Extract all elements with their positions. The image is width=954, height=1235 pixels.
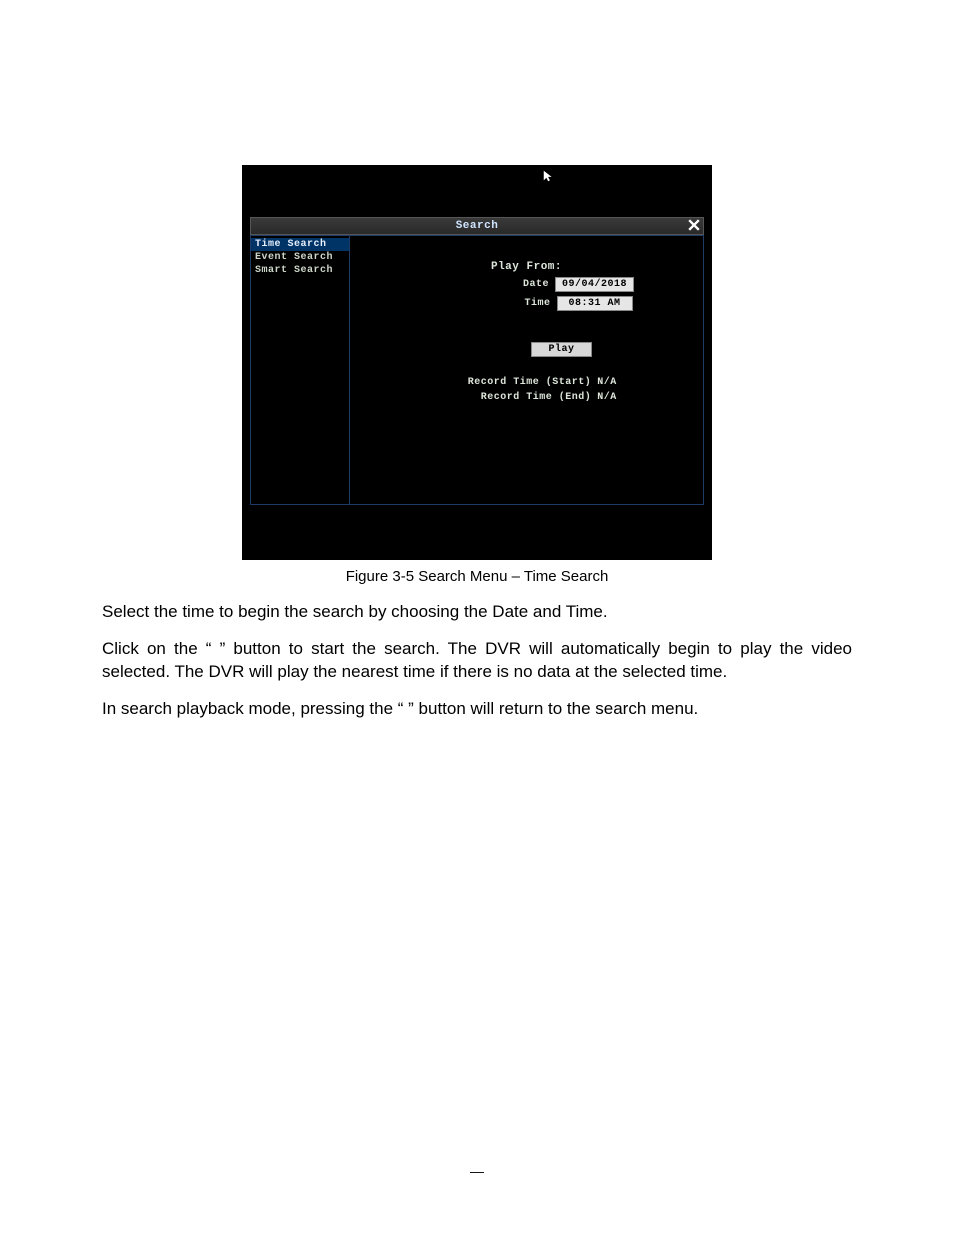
window-client-area: Time Search Event Search Smart Search Pl…	[250, 235, 704, 505]
play-button[interactable]: Play	[531, 342, 591, 357]
date-row: Date 09/04/2018	[419, 277, 634, 292]
play-from-heading: Play From:	[491, 261, 562, 273]
record-end-label: Record Time (End)	[436, 392, 591, 403]
record-end-value: N/A	[597, 392, 617, 403]
date-label: Date	[419, 279, 549, 290]
record-start-row: Record Time (Start) N/A	[436, 377, 617, 388]
date-field[interactable]: 09/04/2018	[555, 277, 634, 292]
page-number: —	[0, 1163, 954, 1179]
search-type-sidebar: Time Search Event Search Smart Search	[250, 235, 350, 505]
mouse-cursor-icon	[542, 169, 556, 183]
time-label: Time	[421, 298, 551, 309]
sidebar-item-time-search[interactable]: Time Search	[251, 238, 349, 251]
paragraph-2: Click on the “ ” button to start the sea…	[102, 638, 852, 684]
figure-caption: Figure 3-5 Search Menu – Time Search	[0, 568, 954, 585]
time-field[interactable]: 08:31 AM	[557, 296, 633, 311]
document-body: Select the time to begin the search by c…	[0, 601, 954, 721]
sidebar-item-event-search[interactable]: Event Search	[251, 251, 349, 264]
dvr-screenshot: Search Time Search Event Search Smart Se…	[242, 165, 712, 560]
play-row: Play	[461, 343, 591, 355]
paragraph-3: In search playback mode, pressing the “ …	[102, 698, 852, 721]
time-row: Time 08:31 AM	[421, 296, 633, 311]
close-icon[interactable]	[687, 218, 701, 232]
window-title: Search	[456, 220, 499, 232]
search-content-pane: Play From: Date 09/04/2018 Time 08:31 AM…	[350, 235, 704, 505]
paragraph-1: Select the time to begin the search by c…	[102, 601, 852, 624]
sidebar-item-smart-search[interactable]: Smart Search	[251, 264, 349, 277]
record-start-label: Record Time (Start)	[436, 377, 591, 388]
record-end-row: Record Time (End) N/A	[436, 392, 617, 403]
record-start-value: N/A	[597, 377, 617, 388]
window-titlebar: Search	[250, 217, 704, 235]
